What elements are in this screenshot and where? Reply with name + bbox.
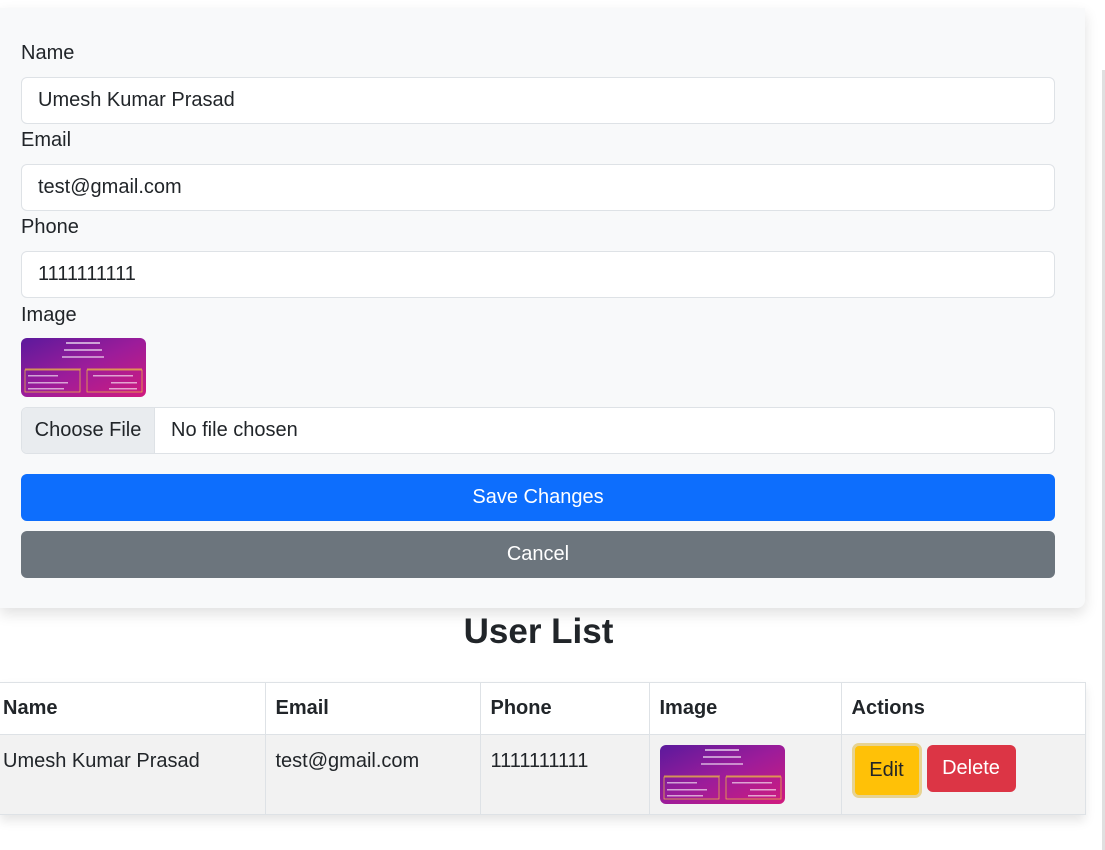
choose-file-button[interactable]: Choose File [22, 408, 155, 453]
column-header-name: Name [0, 682, 266, 735]
cell-image [648, 734, 842, 815]
name-label: Name [21, 42, 75, 64]
cell-email: test@gmail.com [264, 734, 481, 815]
email-label: Email [21, 129, 72, 151]
edit-user-form: Name Umesh Kumar Prasad Email test@gmail… [0, 8, 1085, 608]
file-status: No file chosen [171, 419, 298, 441]
column-header-email: Email [264, 682, 481, 735]
column-header-phone: Phone [479, 682, 650, 735]
phone-label: Phone [21, 216, 79, 238]
cell-phone: 1111111111 [479, 734, 650, 815]
user-table: Name Email Phone Image Actions Umesh Kum… [0, 682, 1086, 815]
save-changes-button[interactable]: Save Changes [21, 474, 1055, 521]
user-image-thumbnail [659, 745, 785, 804]
table-header-row: Name Email Phone Image Actions [0, 682, 1086, 735]
table-row: Umesh Kumar Prasad test@gmail.com 111111… [0, 734, 1086, 815]
current-image-preview [21, 338, 146, 397]
file-input[interactable]: Choose File No file chosen [21, 407, 1055, 454]
cell-name: Umesh Kumar Prasad [0, 734, 266, 815]
email-input[interactable]: test@gmail.com [21, 164, 1055, 211]
edit-button[interactable]: Edit [851, 743, 922, 798]
delete-button[interactable]: Delete [926, 745, 1016, 792]
name-input[interactable]: Umesh Kumar Prasad [21, 77, 1055, 124]
cancel-button[interactable]: Cancel [21, 531, 1055, 578]
column-header-actions: Actions [840, 682, 1086, 735]
user-list-title: User List [463, 612, 614, 651]
cell-actions: Edit Delete [840, 734, 1086, 815]
image-label: Image [21, 304, 77, 326]
column-header-image: Image [648, 682, 842, 735]
phone-input[interactable]: 1111111111 [21, 251, 1055, 298]
